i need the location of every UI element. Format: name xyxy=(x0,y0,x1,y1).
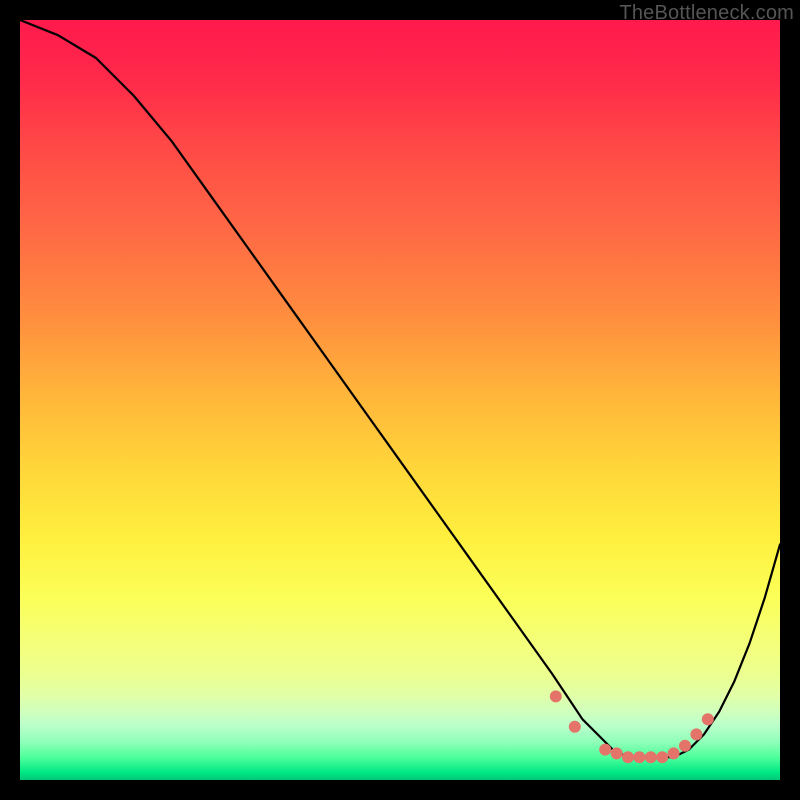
highlight-dot xyxy=(633,751,645,763)
chart-frame: TheBottleneck.com xyxy=(0,0,800,800)
highlight-dot xyxy=(569,721,581,733)
highlight-dot xyxy=(599,744,611,756)
highlight-dot xyxy=(690,728,702,740)
highlight-dots xyxy=(550,690,714,763)
highlight-dot xyxy=(668,747,680,759)
highlight-dot xyxy=(645,751,657,763)
highlight-dot xyxy=(550,690,562,702)
highlight-dot xyxy=(622,751,634,763)
bottleneck-curve xyxy=(20,20,780,757)
highlight-dot xyxy=(679,740,691,752)
curve-svg xyxy=(20,20,780,780)
highlight-dot xyxy=(702,713,714,725)
highlight-dot xyxy=(611,747,623,759)
highlight-dot xyxy=(656,751,668,763)
plot-area xyxy=(20,20,780,780)
